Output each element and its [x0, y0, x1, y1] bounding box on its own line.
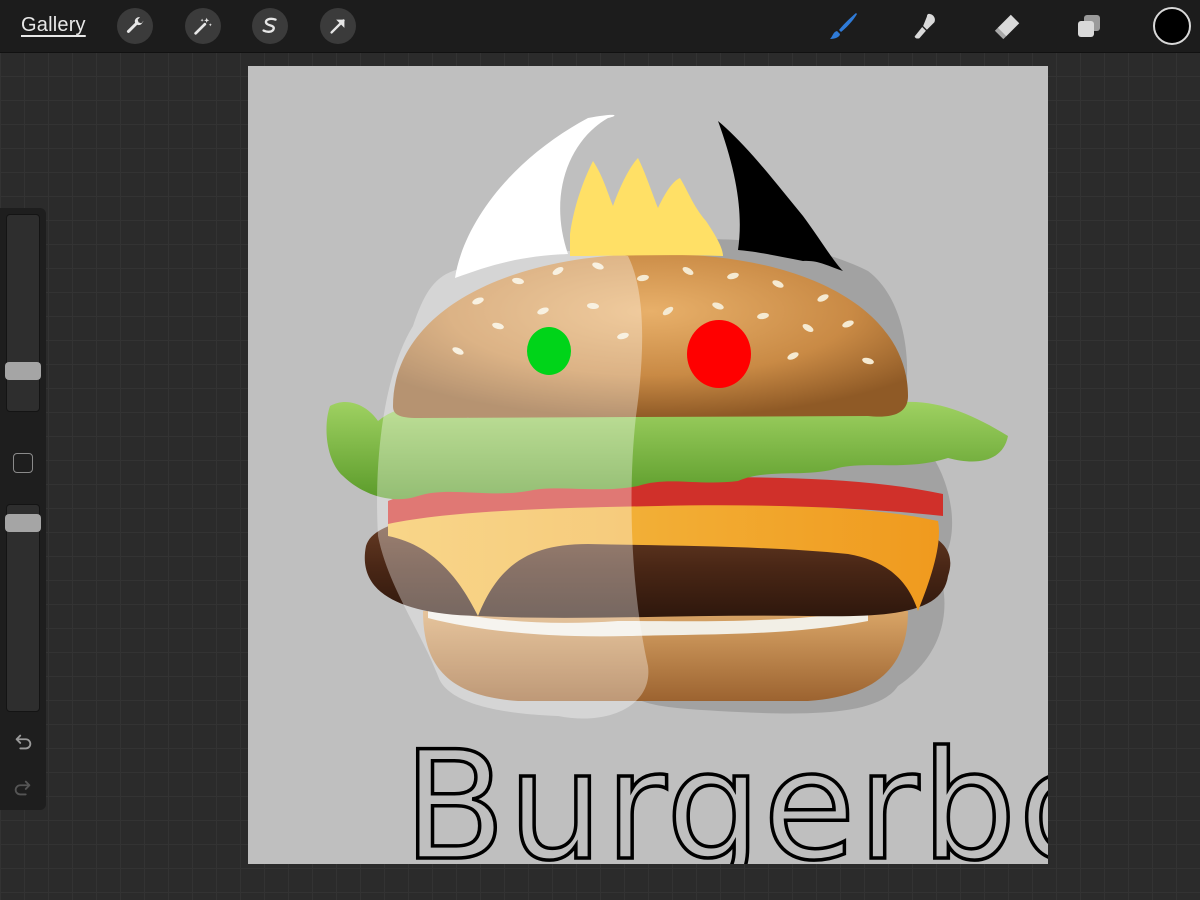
- adjustments-wand-button[interactable]: [185, 8, 221, 44]
- transform-arrow-icon: [330, 19, 345, 34]
- smudge-tool-button[interactable]: [907, 8, 943, 44]
- brush-icon: [830, 13, 857, 39]
- redo-arrow-icon: [14, 780, 31, 796]
- yellow-crown: [570, 158, 723, 256]
- smudge-icon: [914, 13, 935, 39]
- left-sidebar: [0, 208, 46, 810]
- selection-s-icon: [262, 17, 277, 33]
- actions-wrench-button[interactable]: [117, 8, 153, 44]
- red-eye: [687, 320, 751, 388]
- redo-button[interactable]: [11, 776, 35, 800]
- gallery-button[interactable]: Gallery: [21, 14, 86, 37]
- selection-button[interactable]: [252, 8, 288, 44]
- brush-size-slider[interactable]: [6, 214, 40, 412]
- white-ghost-overlay: [377, 251, 649, 719]
- eraser-icon: [994, 14, 1020, 40]
- undo-arrow-icon: [15, 734, 32, 750]
- artwork: Burgerboo: [326, 114, 1048, 864]
- burgerboo-handwriting: Burgerboo: [403, 720, 1048, 864]
- layers-button[interactable]: [1071, 8, 1107, 44]
- transform-button[interactable]: [320, 8, 356, 44]
- layers-icon: [1078, 15, 1100, 37]
- top-toolbar: Gallery: [0, 0, 1200, 53]
- eraser-tool-button[interactable]: [990, 8, 1026, 44]
- green-eye: [527, 327, 571, 375]
- opacity-thumb[interactable]: [5, 513, 41, 532]
- wrench-icon: [126, 17, 144, 33]
- modify-button[interactable]: [13, 453, 33, 473]
- drawing-canvas[interactable]: Burgerboo: [248, 66, 1048, 864]
- undo-button[interactable]: [11, 730, 35, 754]
- magic-wand-icon: [194, 17, 212, 35]
- brush-tool-button[interactable]: [826, 8, 862, 44]
- brush-size-thumb[interactable]: [5, 361, 41, 380]
- color-picker-button[interactable]: [1153, 7, 1191, 45]
- opacity-slider[interactable]: [6, 504, 40, 712]
